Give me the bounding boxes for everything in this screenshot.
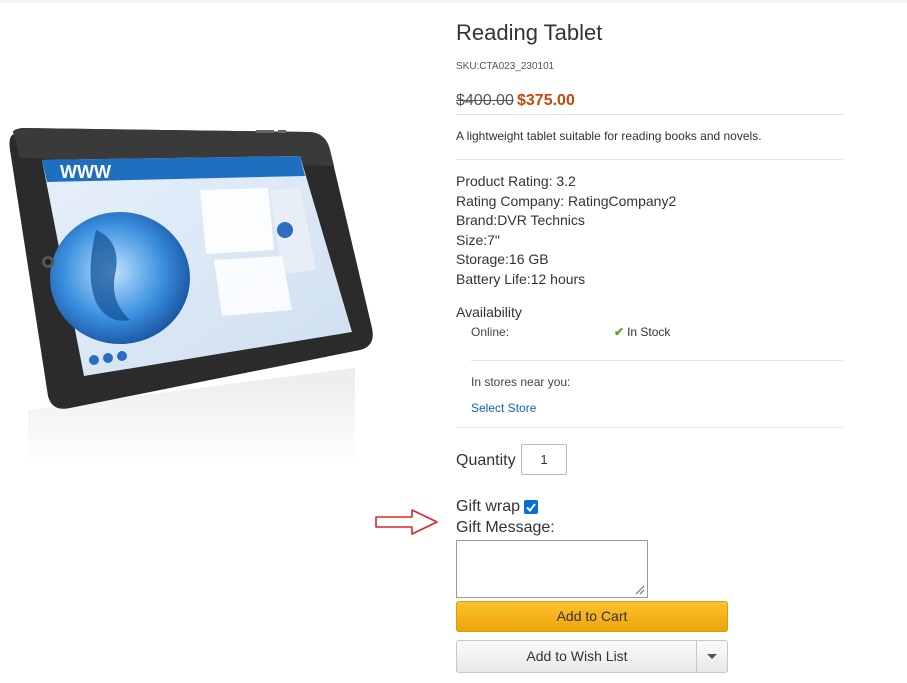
add-to-cart-button[interactable]: Add to Cart	[456, 601, 728, 632]
online-label: Online:	[471, 325, 510, 339]
stores-label: In stores near you:	[471, 375, 571, 389]
spec-battery: Battery Life:12 hours	[456, 270, 586, 287]
original-price: $400.00	[456, 92, 514, 109]
product-description: A lightweight tablet suitable for readin…	[456, 129, 762, 143]
checkmark-icon	[526, 503, 536, 513]
product-specs: Product Rating: 3.2 Rating Company: Rati…	[456, 172, 676, 290]
divider	[456, 427, 843, 428]
top-border	[0, 0, 907, 3]
quantity-label: Quantity	[456, 452, 516, 469]
divider	[456, 159, 843, 160]
resize-grip-icon[interactable]	[633, 583, 645, 595]
spec-storage: Storage:16 GB	[456, 251, 549, 268]
select-store-link[interactable]: Select Store	[471, 401, 536, 415]
product-title: Reading Tablet	[456, 20, 603, 45]
add-to-wish-list-button[interactable]: Add to Wish List	[457, 641, 697, 672]
gift-wrap-label: Gift wrap	[456, 498, 521, 515]
spec-size: Size:7"	[456, 231, 500, 248]
spec-rating: Product Rating: 3.2	[456, 173, 576, 189]
wish-list-group: Add to Wish List	[456, 640, 728, 673]
in-stock-text: In Stock	[627, 325, 671, 339]
chevron-down-icon	[707, 654, 717, 659]
sale-price: $375.00	[517, 92, 575, 109]
divider	[471, 360, 843, 361]
svg-text:WWW: WWW	[60, 162, 111, 182]
gift-wrap-checkbox[interactable]	[524, 500, 538, 514]
divider	[456, 114, 843, 115]
gift-message-textarea[interactable]	[456, 540, 648, 598]
check-icon: ✔	[614, 325, 625, 339]
wish-list-dropdown-toggle[interactable]	[697, 641, 727, 672]
spec-brand: Brand:DVR Technics	[456, 212, 585, 229]
product-image: WWW	[9, 128, 373, 465]
gift-message-label: Gift Message:	[456, 519, 555, 536]
in-stock-status: ✔ In Stock	[614, 325, 670, 339]
quantity-input[interactable]	[521, 444, 567, 475]
availability-heading: Availability	[456, 304, 522, 320]
arrow-right-icon	[375, 509, 438, 535]
spec-rating-company: Rating Company: RatingCompany2	[456, 192, 677, 209]
product-sku: SKU:CTA023_230101	[456, 61, 555, 72]
